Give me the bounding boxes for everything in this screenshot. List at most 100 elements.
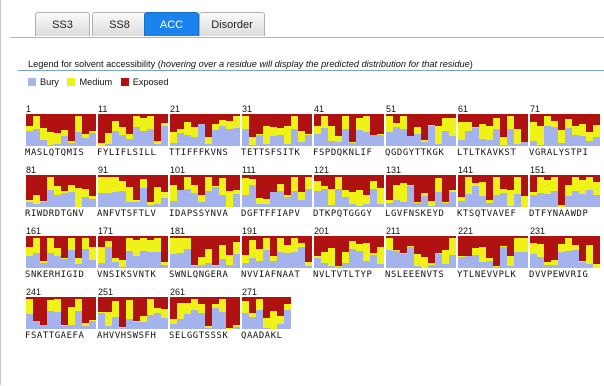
residue-bar[interactable] [126, 297, 133, 329]
residue-bar[interactable] [514, 236, 521, 268]
residue-bar[interactable] [435, 236, 442, 268]
residue-bar[interactable] [579, 114, 586, 146]
residue-bar[interactable] [291, 114, 298, 146]
residue-bar[interactable] [249, 114, 256, 146]
residue-bar[interactable] [105, 175, 112, 207]
residue-bar[interactable] [184, 114, 191, 146]
residue-bar[interactable] [479, 114, 486, 146]
residue-bar[interactable] [68, 114, 75, 146]
residue-bar[interactable] [184, 175, 191, 207]
residue-bar[interactable] [61, 236, 68, 268]
residue-bar[interactable] [256, 114, 263, 146]
residue-bar[interactable] [75, 175, 82, 207]
residue-bar[interactable] [205, 297, 212, 329]
residue-bar[interactable] [191, 114, 198, 146]
residue-bar[interactable] [298, 114, 305, 146]
residue-bar[interactable] [205, 236, 212, 268]
residue-bar[interactable] [342, 236, 349, 268]
residue-bar[interactable] [291, 175, 298, 207]
residue-bar[interactable] [184, 297, 191, 329]
residue-bar[interactable] [170, 114, 177, 146]
residue-bar[interactable] [184, 236, 191, 268]
residue-bar[interactable] [212, 236, 219, 268]
residue-bar[interactable] [493, 236, 500, 268]
residue-bar[interactable] [377, 114, 384, 146]
residue-bar[interactable] [75, 114, 82, 146]
residue-bar[interactable] [465, 236, 472, 268]
residue-bar[interactable] [579, 175, 586, 207]
residue-bar[interactable] [68, 297, 75, 329]
residue-bar[interactable] [147, 297, 154, 329]
residue-bar[interactable] [486, 114, 493, 146]
residue-bar[interactable] [105, 236, 112, 268]
residue-bar[interactable] [89, 114, 96, 146]
residue-bar[interactable] [105, 297, 112, 329]
residue-bar[interactable] [356, 114, 363, 146]
residue-bar[interactable] [82, 114, 89, 146]
residue-bar[interactable] [514, 114, 521, 146]
residue-bar[interactable] [572, 114, 579, 146]
residue-bar[interactable] [82, 297, 89, 329]
residue-bar[interactable] [126, 236, 133, 268]
residue-bar[interactable] [458, 114, 465, 146]
residue-bar[interactable] [363, 236, 370, 268]
residue-bar[interactable] [270, 297, 277, 329]
residue-bar[interactable] [500, 236, 507, 268]
residue-bar[interactable] [242, 114, 249, 146]
residue-bar[interactable] [54, 175, 61, 207]
residue-bar[interactable] [314, 175, 321, 207]
residue-bar[interactable] [284, 236, 291, 268]
residue-bar[interactable] [370, 236, 377, 268]
residue-bar[interactable] [154, 175, 161, 207]
residue-bar[interactable] [349, 175, 356, 207]
residue-bar[interactable] [161, 175, 168, 207]
residue-bar[interactable] [89, 175, 96, 207]
residue-bar[interactable] [40, 114, 47, 146]
residue-bar[interactable] [421, 236, 428, 268]
residue-bar[interactable] [428, 175, 435, 207]
residue-bar[interactable] [198, 236, 205, 268]
residue-bar[interactable] [363, 175, 370, 207]
residue-bar[interactable] [593, 175, 600, 207]
residue-bar[interactable] [435, 175, 442, 207]
residue-bar[interactable] [486, 236, 493, 268]
residue-bar[interactable] [233, 297, 240, 329]
residue-bar[interactable] [112, 297, 119, 329]
residue-bar[interactable] [465, 175, 472, 207]
residue-bar[interactable] [89, 236, 96, 268]
residue-bar[interactable] [565, 175, 572, 207]
residue-bar[interactable] [407, 236, 414, 268]
residue-bar[interactable] [161, 236, 168, 268]
residue-bar[interactable] [133, 175, 140, 207]
residue-bar[interactable] [363, 114, 370, 146]
residue-bar[interactable] [242, 175, 249, 207]
residue-bar[interactable] [133, 236, 140, 268]
residue-bar[interactable] [226, 114, 233, 146]
residue-bar[interactable] [551, 236, 558, 268]
residue-bar[interactable] [321, 236, 328, 268]
residue-bar[interactable] [393, 114, 400, 146]
residue-bar[interactable] [586, 114, 593, 146]
residue-bar[interactable] [191, 236, 198, 268]
residue-bar[interactable] [572, 236, 579, 268]
residue-bar[interactable] [219, 297, 226, 329]
residue-bar[interactable] [98, 297, 105, 329]
residue-bar[interactable] [40, 297, 47, 329]
residue-bar[interactable] [537, 114, 544, 146]
residue-bar[interactable] [112, 114, 119, 146]
residue-bar[interactable] [161, 297, 168, 329]
residue-bar[interactable] [407, 175, 414, 207]
residue-bar[interactable] [449, 175, 456, 207]
residue-bar[interactable] [507, 175, 514, 207]
residue-bar[interactable] [154, 297, 161, 329]
residue-bar[interactable] [558, 175, 565, 207]
residue-bar[interactable] [277, 236, 284, 268]
residue-bar[interactable] [147, 114, 154, 146]
residue-bar[interactable] [242, 236, 249, 268]
residue-bar[interactable] [321, 175, 328, 207]
residue-bar[interactable] [565, 114, 572, 146]
residue-bar[interactable] [161, 114, 168, 146]
residue-bar[interactable] [263, 236, 270, 268]
residue-bar[interactable] [386, 175, 393, 207]
residue-bar[interactable] [442, 114, 449, 146]
